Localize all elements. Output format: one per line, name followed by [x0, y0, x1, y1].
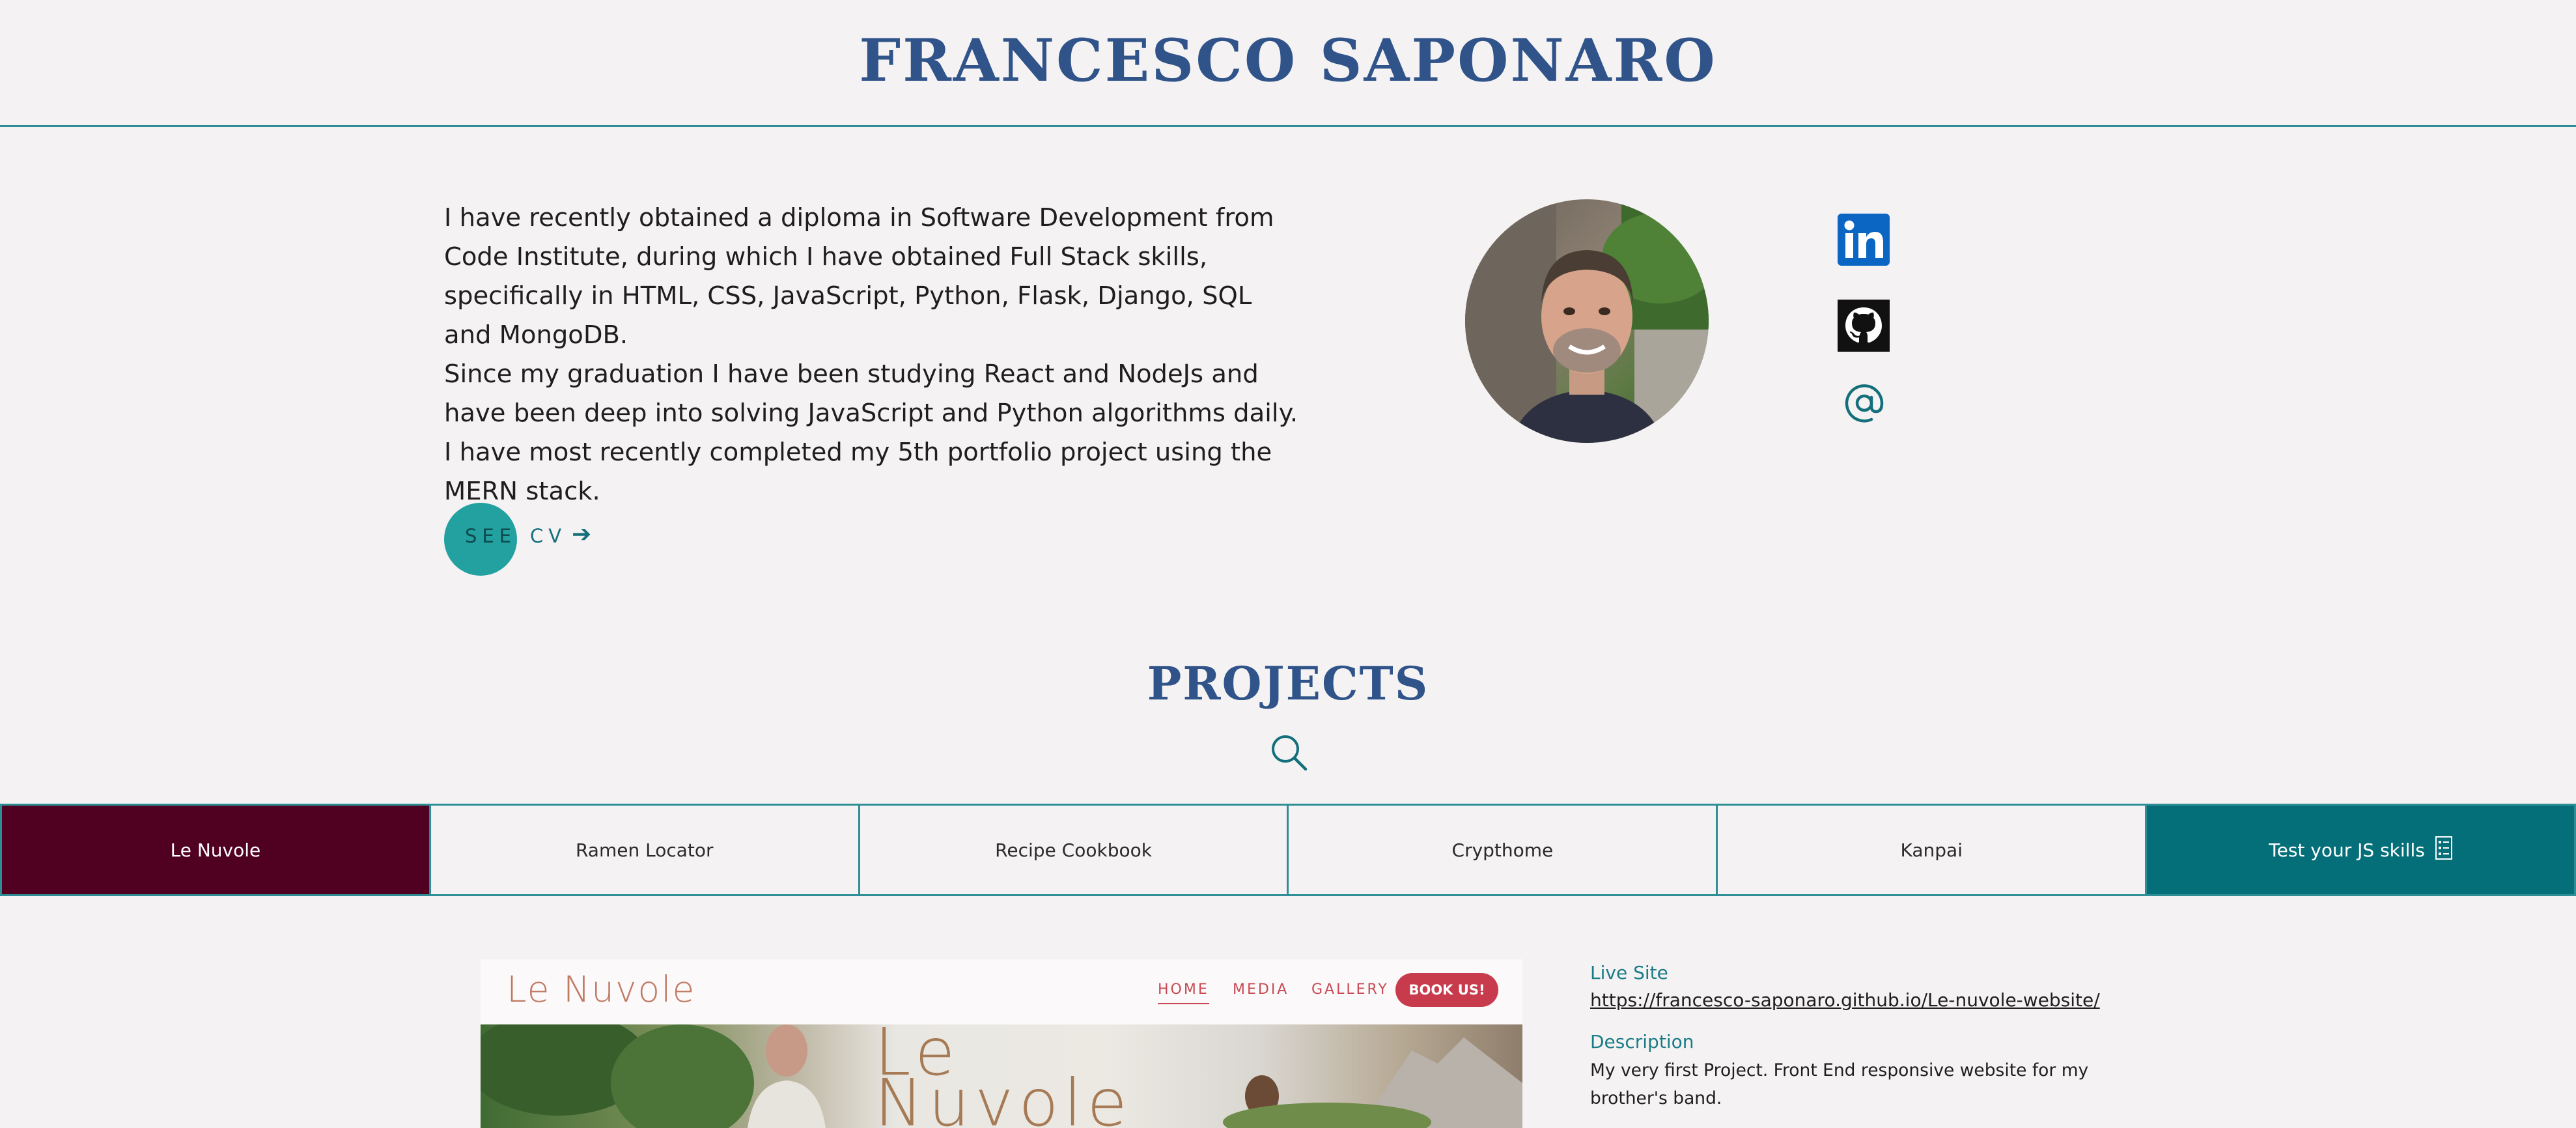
github-link[interactable] [1838, 300, 1890, 354]
project-preview-image[interactable]: Le Nuvole HOME MEDIA GALLERY BOOK US! Le… [481, 959, 1522, 1128]
preview-hero: Le Nuvole [481, 1020, 1522, 1128]
tab-recipe-cookbook[interactable]: Recipe Cookbook [860, 806, 1289, 894]
github-icon [1838, 300, 1890, 352]
preview-hero-title-line2: Nuvole [875, 1065, 1132, 1128]
email-link[interactable] [1843, 382, 1886, 427]
tab-crypthome[interactable]: Crypthome [1289, 806, 1718, 894]
preview-navbar: Le Nuvole HOME MEDIA GALLERY BOOK US! [481, 959, 1522, 1024]
tab-test-js-skills[interactable]: Test your JS skills [2147, 806, 2574, 894]
site-header: FRANCESCO SAPONARO [0, 0, 2576, 127]
about-paragraph: I have most recently completed my 5th po… [444, 438, 1272, 506]
tab-ramen-locator[interactable]: Ramen Locator [430, 806, 860, 894]
preview-brand: Le Nuvole [507, 968, 696, 1010]
avatar-illustration [1465, 199, 1709, 443]
preview-book-button: BOOK US! [1395, 973, 1498, 1007]
preview-nav-home: HOME [1158, 981, 1209, 1004]
linkedin-icon [1838, 214, 1890, 266]
about-paragraph: I have recently obtained a diploma in So… [444, 203, 1274, 350]
about-paragraph: Since my graduation I have been studying… [444, 360, 1298, 428]
description-text: My very first Project. Front End respons… [1590, 1060, 2089, 1108]
live-site-link[interactable]: https://francesco-saponaro.github.io/Le-… [1590, 985, 2150, 1016]
live-site-label: Live Site [1590, 962, 1668, 983]
cv-label: CV [530, 525, 567, 547]
tab-label: Kanpai [1900, 839, 1963, 861]
tab-label: Test your JS skills [2269, 839, 2425, 861]
arrow-right-icon: ➔ [572, 521, 592, 548]
tab-label: Ramen Locator [575, 839, 714, 861]
linkedin-link[interactable] [1838, 214, 1890, 268]
description-label: Description [1590, 1031, 1694, 1052]
avatar [1465, 199, 1709, 443]
see-cv-button[interactable]: SEE CV ➔ [444, 503, 613, 576]
email-icon [1845, 384, 1884, 423]
project-search-button[interactable] [1270, 733, 1308, 774]
tab-kanpai[interactable]: Kanpai [1718, 806, 2148, 894]
projects-title: PROJECTS [1147, 656, 1429, 711]
tab-label: Crypthome [1451, 839, 1554, 861]
list-icon [2435, 836, 2452, 864]
preview-nav-gallery: GALLERY [1311, 981, 1389, 998]
tab-le-nuvole[interactable]: Le Nuvole [2, 806, 431, 894]
cv-see-label: SEE [465, 525, 517, 547]
project-info: Live Site https://francesco-saponaro.git… [1590, 961, 2150, 1112]
site-title: FRANCESCO SAPONARO [859, 26, 1717, 95]
tab-label: Recipe Cookbook [995, 839, 1152, 861]
about-text: I have recently obtained a diploma in So… [444, 199, 1304, 511]
project-tabs: Le Nuvole Ramen Locator Recipe Cookbook … [0, 804, 2576, 896]
tab-label: Le Nuvole [170, 839, 261, 861]
preview-nav-media: MEDIA [1233, 981, 1289, 998]
search-icon [1272, 735, 1308, 771]
